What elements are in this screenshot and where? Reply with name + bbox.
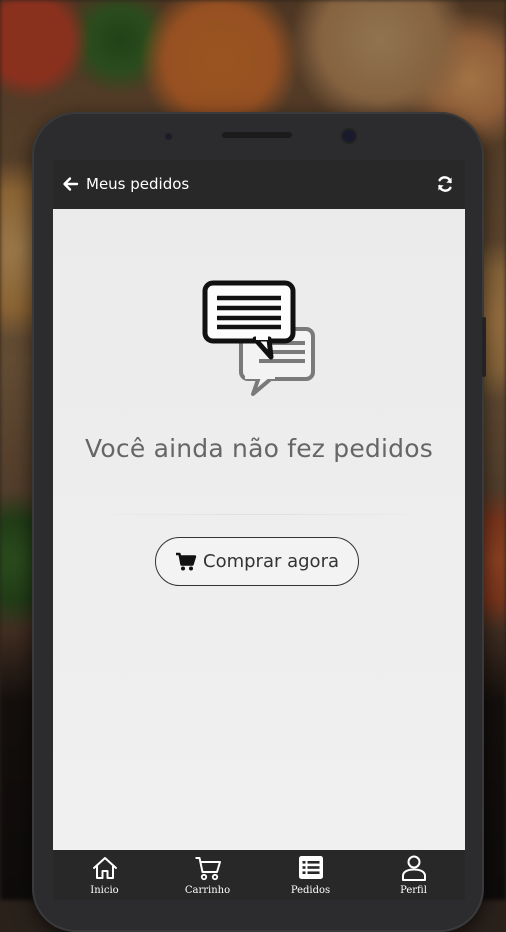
buy-now-button[interactable]: Comprar agora — [155, 537, 359, 586]
list-icon — [298, 856, 323, 879]
nav-label-inicio: Inicio — [90, 885, 119, 896]
app-bar: Meus pedidos — [53, 160, 465, 209]
empty-orders-content: Você ainda não fez pedidos Comprar agora — [53, 209, 465, 850]
nav-item-inicio[interactable]: Inicio — [53, 850, 156, 900]
home-icon — [92, 857, 117, 879]
divider — [83, 514, 435, 515]
front-camera — [343, 130, 355, 142]
chat-bubbles-icon — [202, 280, 315, 396]
nav-item-perfil[interactable]: Perfil — [362, 850, 465, 900]
nav-label-perfil: Perfil — [400, 885, 427, 896]
app-screen: Meus pedidos Você ainda não fez pedidos … — [53, 160, 465, 900]
arrow-left-icon[interactable] — [61, 175, 79, 193]
nav-item-carrinho[interactable]: Carrinho — [156, 850, 259, 900]
bottom-navigation: Inicio Carrinho Pedidos Perfil — [53, 850, 465, 900]
proximity-sensor — [165, 133, 172, 140]
page-title: Meus pedidos — [86, 175, 190, 193]
nav-item-pedidos[interactable]: Pedidos — [259, 850, 362, 900]
shopping-cart-icon — [176, 552, 197, 570]
nav-label-pedidos: Pedidos — [290, 885, 331, 896]
nav-label-carrinho: Carrinho — [184, 885, 231, 896]
refresh-icon[interactable] — [436, 175, 454, 193]
buy-now-label: Comprar agora — [203, 551, 339, 572]
cart-icon — [195, 857, 221, 881]
side-button — [482, 317, 486, 377]
earpiece-speaker — [222, 132, 292, 138]
user-icon — [401, 855, 426, 881]
empty-state-message: Você ainda não fez pedidos — [85, 434, 433, 463]
